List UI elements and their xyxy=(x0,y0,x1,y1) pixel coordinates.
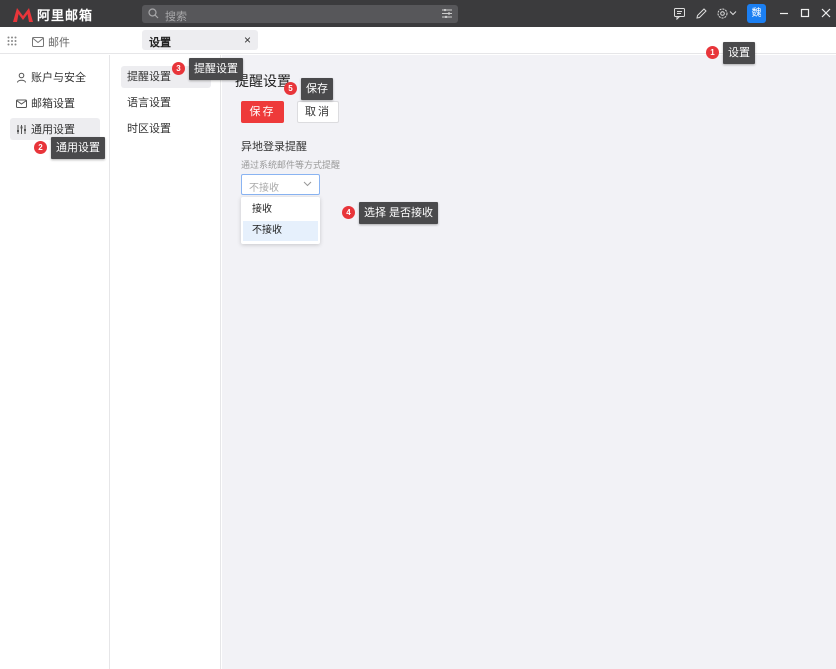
message-icon[interactable] xyxy=(673,7,686,20)
avatar[interactable]: 魏 xyxy=(747,4,766,23)
annotation-number: 3 xyxy=(172,62,185,75)
annotation-label: 设置 xyxy=(723,42,755,64)
dropdown-option-not-receive[interactable]: 不接收 xyxy=(243,221,318,241)
search-icon xyxy=(148,8,159,19)
filter-icon[interactable] xyxy=(442,9,452,18)
annotation-number: 1 xyxy=(706,46,719,59)
sidebar-item-label: 通用设置 xyxy=(31,124,75,136)
tab-mail-label: 邮件 xyxy=(48,37,70,49)
sidebar-item-account-security[interactable]: 账户与安全 xyxy=(10,66,100,88)
section-description: 通过系统邮件等方式提醒 xyxy=(241,160,341,170)
sidebar-item-mailbox-settings[interactable]: 邮箱设置 xyxy=(10,92,100,114)
sidebar-item-label: 账户与安全 xyxy=(31,72,86,84)
tab-close-icon[interactable]: × xyxy=(244,33,251,47)
tab-settings[interactable]: 设置 × xyxy=(142,30,258,50)
app-logo: 阿里邮箱 xyxy=(12,5,93,24)
maximize-icon[interactable] xyxy=(799,7,811,19)
annotation-number: 2 xyxy=(34,141,47,154)
apps-grid-icon[interactable] xyxy=(7,36,17,46)
select-dropdown: 接收 不接收 xyxy=(241,197,320,244)
annotation-label: 保存 xyxy=(301,78,333,100)
sliders-icon xyxy=(17,124,26,134)
title-bar: 阿里邮箱 搜索 魏 xyxy=(0,0,836,27)
submenu-item-language[interactable]: 语言设置 xyxy=(121,92,211,114)
user-icon xyxy=(17,72,26,83)
search-placeholder: 搜索 xyxy=(165,11,187,23)
logo-mark-icon xyxy=(12,7,34,23)
app-name: 阿里邮箱 xyxy=(37,8,94,23)
settings-content: 提醒设置 保存 取消 异地登录提醒 通过系统邮件等方式提醒 不接收 接收 不接收 xyxy=(222,55,836,669)
chevron-down-icon xyxy=(303,181,312,187)
receive-select[interactable]: 不接收 xyxy=(241,174,320,195)
search-input[interactable]: 搜索 xyxy=(142,5,458,23)
save-button[interactable]: 保存 xyxy=(241,101,284,123)
envelope-icon xyxy=(32,37,44,47)
close-icon[interactable] xyxy=(820,7,832,19)
chevron-down-icon[interactable] xyxy=(729,9,737,17)
select-value: 不接收 xyxy=(249,183,279,194)
submenu-item-timezone[interactable]: 时区设置 xyxy=(121,118,211,140)
settings-submenu: 提醒设置 语言设置 时区设置 xyxy=(111,55,221,669)
cancel-button[interactable]: 取消 xyxy=(297,101,339,123)
annotation-label: 选择 是否接收 xyxy=(359,202,439,224)
minimize-icon[interactable] xyxy=(778,7,790,19)
annotation-number: 4 xyxy=(342,206,355,219)
page-title: 提醒设置 xyxy=(235,73,291,89)
tab-settings-label: 设置 xyxy=(149,37,171,49)
section-title: 异地登录提醒 xyxy=(241,141,307,153)
annotation-label: 通用设置 xyxy=(51,137,105,159)
gear-icon[interactable] xyxy=(716,7,729,20)
annotation-number: 5 xyxy=(284,82,297,95)
sidebar-item-label: 邮箱设置 xyxy=(31,98,75,110)
dropdown-option-receive[interactable]: 接收 xyxy=(243,200,318,220)
annotation-label: 提醒设置 xyxy=(189,58,243,80)
tab-mail[interactable]: 邮件 xyxy=(32,34,70,50)
edit-icon[interactable] xyxy=(695,7,708,20)
mailbox-icon xyxy=(16,99,27,108)
